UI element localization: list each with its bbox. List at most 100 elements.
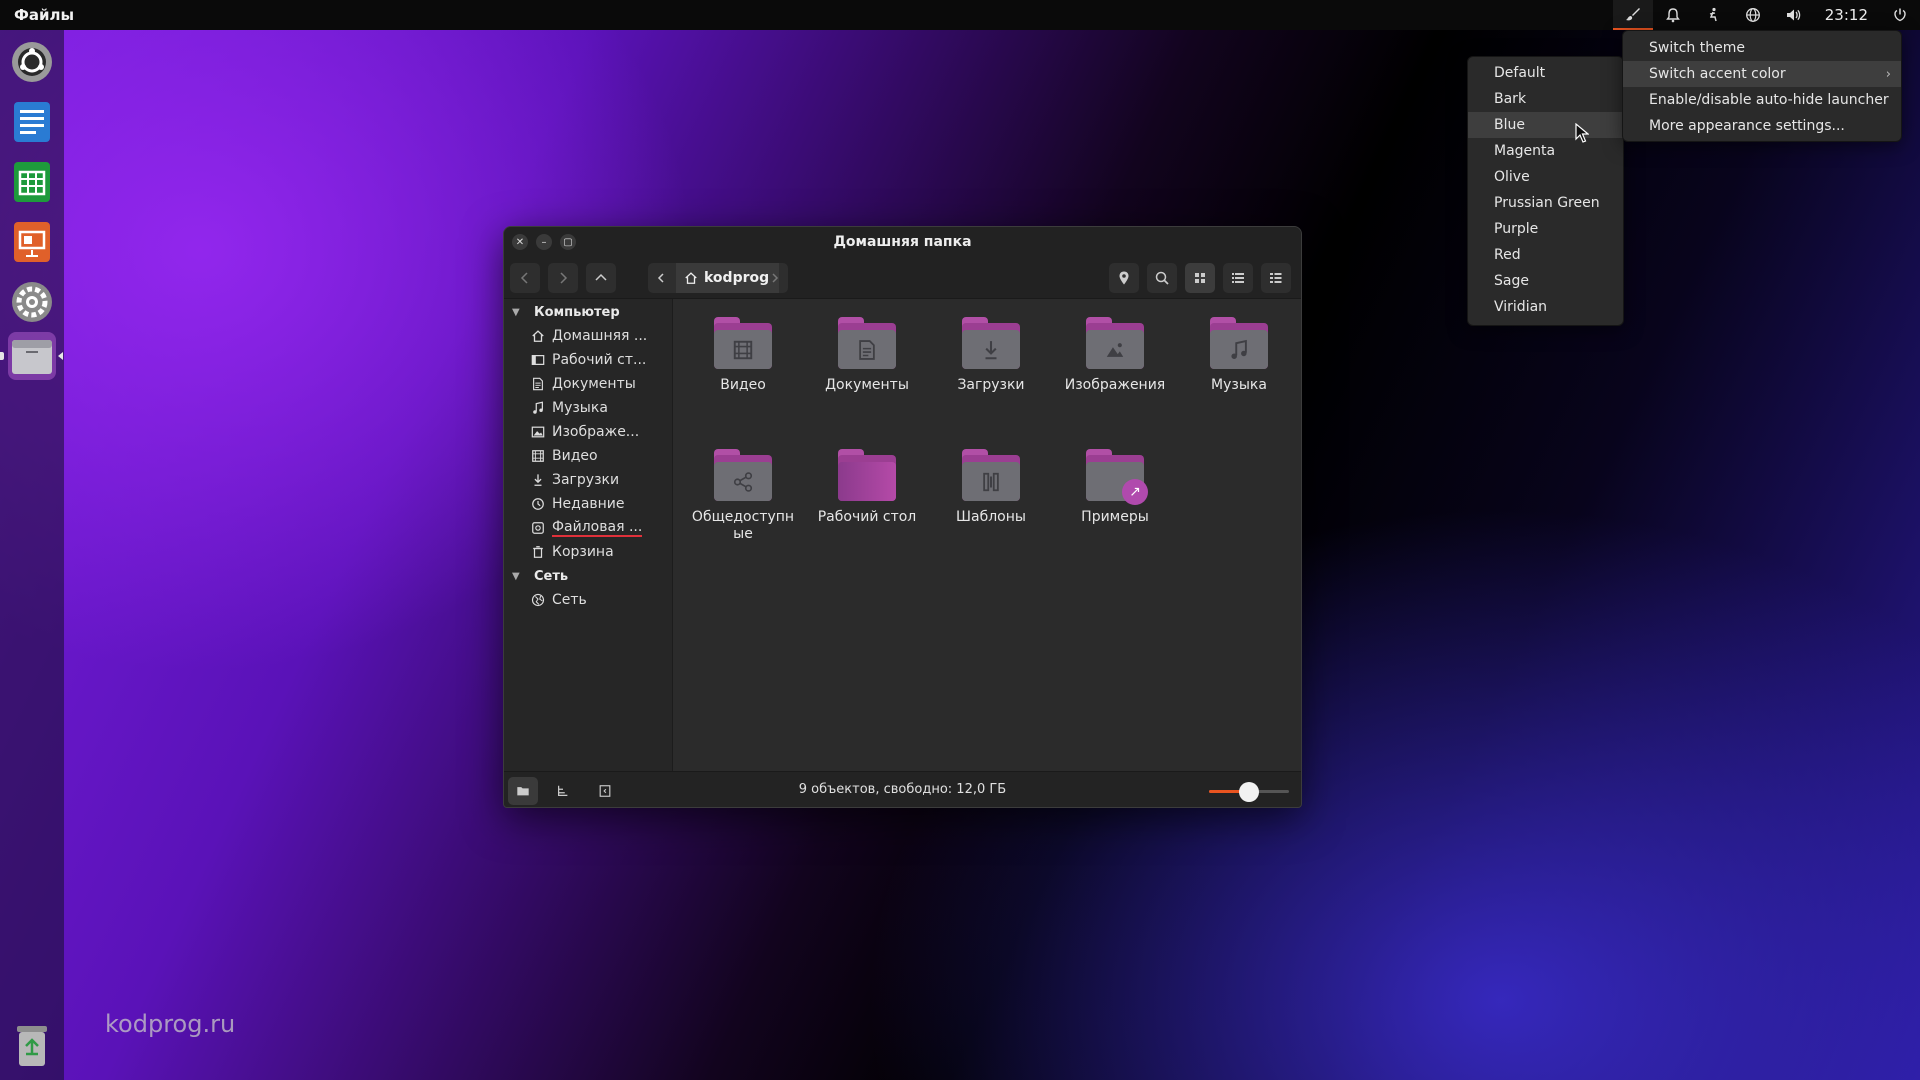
folder-desktop[interactable]: Рабочий стол xyxy=(812,449,922,526)
back-button[interactable] xyxy=(510,263,540,293)
sidebar-item-home[interactable]: Домашняя ... xyxy=(531,325,671,347)
clock[interactable]: 23:12 xyxy=(1813,0,1880,30)
sidebar-item-label: Рабочий ст... xyxy=(552,352,647,368)
window-title: Домашняя папка xyxy=(833,234,972,250)
grid-view-button[interactable] xyxy=(1185,263,1215,293)
hide-sidebar-button[interactable] xyxy=(590,777,620,805)
ubuntu-software-icon[interactable] xyxy=(8,38,56,86)
impress-icon[interactable] xyxy=(8,218,56,266)
menu-item-default[interactable]: Default xyxy=(1468,60,1623,86)
file-label: Общедоступные xyxy=(691,509,795,542)
breadcrumb: kodprog xyxy=(648,263,788,293)
sidebar-item-filesystem[interactable]: Файловая ... xyxy=(531,517,671,539)
paintbrush-icon[interactable] xyxy=(1612,0,1653,30)
active-app-name[interactable]: Файлы xyxy=(14,6,74,24)
tree-toggle-button[interactable] xyxy=(548,777,578,805)
columns-view-button[interactable] xyxy=(1261,263,1291,293)
folder-music[interactable]: Музыка xyxy=(1184,317,1294,394)
menu-item-purple[interactable]: Purple xyxy=(1468,216,1623,242)
sidebar-header-computer[interactable]: ▼ Компьютер xyxy=(512,301,620,323)
sidebar-item-desktop[interactable]: Рабочий ст... xyxy=(531,349,671,371)
running-indicator xyxy=(0,352,4,360)
sidebar-item-label: Загрузки xyxy=(552,472,620,488)
appearance-menu: Switch theme Switch accent color › Enable/d… xyxy=(1622,30,1902,142)
forward-button[interactable] xyxy=(548,263,578,293)
sidebar-item-trash[interactable]: Корзина xyxy=(531,541,671,563)
folder-pictures[interactable]: Изображения xyxy=(1060,317,1170,394)
list-view-button[interactable] xyxy=(1223,263,1253,293)
sidebar-item-label: Изображе... xyxy=(552,424,640,440)
status-text: 9 объектов, свободно: 12,0 ГБ xyxy=(798,782,1007,797)
menu-item-label: Sage xyxy=(1494,273,1529,289)
menu-item-label: More appearance settings... xyxy=(1649,118,1845,134)
folder-examples[interactable]: ↗ Примеры xyxy=(1060,449,1170,526)
sidebar-item-label: Сеть xyxy=(552,592,587,608)
maximize-icon[interactable]: ▢ xyxy=(560,234,576,250)
menu-item-label: Red xyxy=(1494,247,1521,263)
chevron-right-icon: › xyxy=(1885,66,1891,82)
desktop-icon xyxy=(531,353,545,367)
menu-item-sage[interactable]: Sage xyxy=(1468,268,1623,294)
globe-icon[interactable] xyxy=(1733,0,1773,30)
bell-icon[interactable] xyxy=(1653,0,1693,30)
path-left-arrow[interactable] xyxy=(648,263,674,293)
zoom-slider[interactable] xyxy=(1209,782,1289,802)
folder-documents[interactable]: Документы xyxy=(812,317,922,394)
focused-indicator xyxy=(58,352,63,360)
parent-folder-button[interactable] xyxy=(586,263,616,293)
template-icon xyxy=(962,462,1020,501)
minimize-icon[interactable]: – xyxy=(536,234,552,250)
menu-item-magenta[interactable]: Magenta xyxy=(1468,138,1623,164)
sidebar-item-label: Файловая ... xyxy=(552,519,643,537)
volume-icon[interactable] xyxy=(1773,0,1813,30)
video-icon xyxy=(714,330,772,369)
close-icon[interactable]: ✕ xyxy=(512,234,528,250)
power-icon[interactable] xyxy=(1880,0,1920,30)
folder-videos[interactable]: Видео xyxy=(688,317,798,394)
sidebar-item-videos[interactable]: Видео xyxy=(531,445,671,467)
trash-icon[interactable] xyxy=(8,1022,56,1070)
document-icon xyxy=(838,330,896,369)
writer-icon[interactable] xyxy=(8,98,56,146)
files-icon[interactable] xyxy=(8,332,56,380)
sidebar-item-downloads[interactable]: Загрузки xyxy=(531,469,671,491)
watermark-text: kodprog.ru xyxy=(105,1010,236,1038)
link-arrow-icon: ↗ xyxy=(1122,479,1148,505)
sidebar-header-label: Компьютер xyxy=(534,304,620,320)
sidebar-header-network[interactable]: ▼ Сеть xyxy=(512,565,568,587)
zoom-slider-handle[interactable] xyxy=(1239,782,1259,802)
places-toggle-button[interactable] xyxy=(508,777,538,805)
path-right-arrow[interactable] xyxy=(762,263,788,293)
location-pin-button[interactable] xyxy=(1109,263,1139,293)
disk-icon xyxy=(531,521,545,535)
menu-item-blue[interactable]: Blue xyxy=(1468,112,1623,138)
status-bar: 9 объектов, свободно: 12,0 ГБ xyxy=(504,771,1301,807)
menu-item-more-appearance-settings[interactable]: More appearance settings... xyxy=(1623,113,1901,139)
folder-downloads[interactable]: Загрузки xyxy=(936,317,1046,394)
window-titlebar[interactable]: ✕ – ▢ Домашняя папка xyxy=(504,227,1301,257)
menu-item-bark[interactable]: Bark xyxy=(1468,86,1623,112)
menu-item-enable-disable-auto-hide-launcher[interactable]: Enable/disable auto-hide launcher xyxy=(1623,87,1901,113)
file-manager-window: ✕ – ▢ Домашняя папка kodprog ▼ Компьютер… xyxy=(503,226,1302,808)
calc-icon[interactable] xyxy=(8,158,56,206)
sidebar-item-recent[interactable]: Недавние xyxy=(531,493,671,515)
settings-icon[interactable] xyxy=(8,278,56,326)
sidebar-item-documents[interactable]: Документы xyxy=(531,373,671,395)
menu-item-olive[interactable]: Olive xyxy=(1468,164,1623,190)
menu-item-prussian-green[interactable]: Prussian Green xyxy=(1468,190,1623,216)
folder-public[interactable]: Общедоступные xyxy=(688,449,798,543)
mouse-cursor xyxy=(1575,123,1589,143)
accessibility-icon[interactable] xyxy=(1693,0,1733,30)
menu-item-switch-accent-color[interactable]: Switch accent color › xyxy=(1623,61,1901,87)
menu-item-red[interactable]: Red xyxy=(1468,242,1623,268)
menu-item-viridian[interactable]: Viridian xyxy=(1468,294,1623,320)
folder-templates[interactable]: Шаблоны xyxy=(936,449,1046,526)
sidebar-item-music[interactable]: Музыка xyxy=(531,397,671,419)
search-button[interactable] xyxy=(1147,263,1177,293)
sidebar-item-network[interactable]: Сеть xyxy=(531,589,671,611)
sidebar-icon xyxy=(599,785,611,797)
toolbar: kodprog xyxy=(504,257,1301,299)
download-icon xyxy=(531,473,545,487)
sidebar-item-pictures[interactable]: Изображе... xyxy=(531,421,671,443)
menu-item-switch-theme[interactable]: Switch theme xyxy=(1623,35,1901,61)
